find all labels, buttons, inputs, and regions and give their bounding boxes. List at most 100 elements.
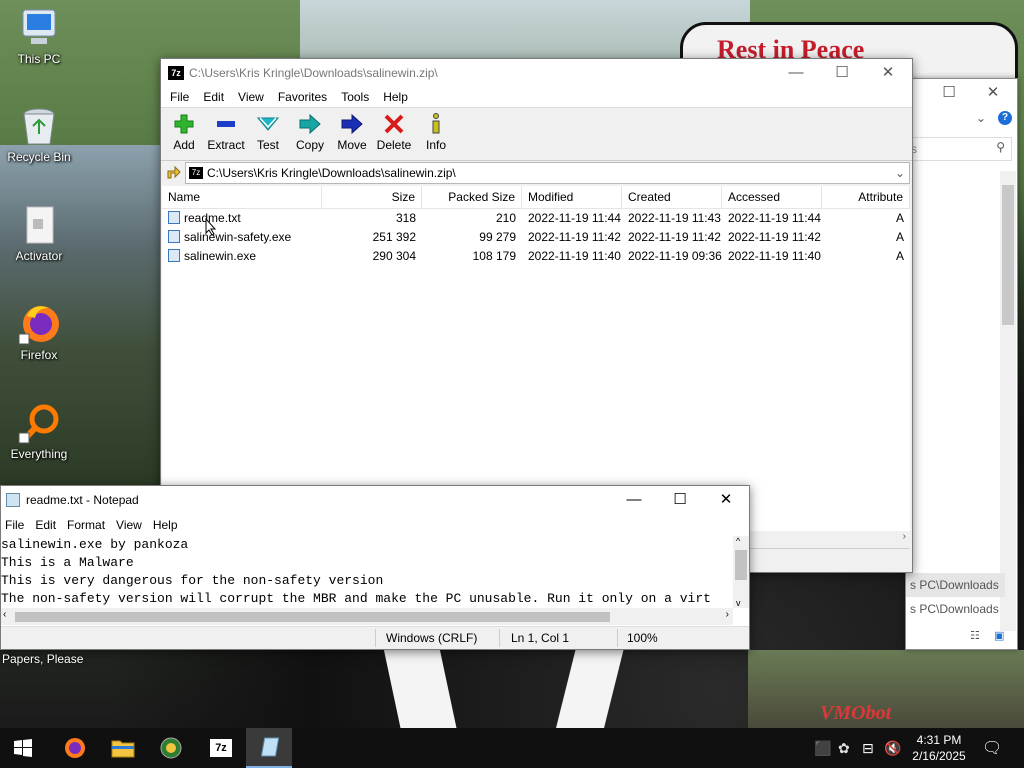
move-button[interactable]: Move	[331, 108, 373, 160]
explorer-title-bar[interactable]: ☐ ✕	[906, 79, 1017, 107]
file-accessed: 2022-11-19 11:44	[728, 211, 821, 225]
menu-edit[interactable]: Edit	[31, 518, 63, 532]
explorer-row[interactable]: s PC\Downloads	[906, 573, 1005, 597]
status-zoom: 100%	[627, 631, 658, 645]
network-icon[interactable]: ⊟	[862, 740, 874, 757]
menu-edit[interactable]: Edit	[196, 90, 231, 104]
file-row[interactable]: readme.txt 318 210 2022-11-19 11:44 2022-11-…	[162, 209, 910, 228]
minimize-button[interactable]: —	[611, 486, 657, 514]
menu-view[interactable]: View	[112, 518, 149, 532]
taskbar-7zip[interactable]: 7z	[198, 728, 244, 768]
chevron-down-icon[interactable]: ⌄	[895, 166, 905, 180]
desktop-icon-this-pc[interactable]: This PC	[4, 6, 74, 66]
extract-button[interactable]: Extract	[205, 108, 247, 160]
maximize-button[interactable]: ☐	[657, 486, 703, 514]
column-size[interactable]: Size	[322, 186, 422, 208]
vertical-scrollbar[interactable]: ^ v	[733, 536, 749, 608]
volume-muted-icon[interactable]: 🔇	[884, 740, 901, 757]
scroll-down-arrow-icon[interactable]: v	[736, 598, 741, 608]
toolbar: Add Extract Test Copy Move Delete Info	[161, 107, 912, 161]
status-divider	[499, 629, 500, 647]
delete-button[interactable]: Delete	[373, 108, 415, 160]
scrollbar-thumb[interactable]	[735, 550, 747, 580]
column-created[interactable]: Created	[622, 186, 722, 208]
maximize-button[interactable]: ☐	[926, 79, 972, 107]
desktop-icon-everything[interactable]: Everything	[4, 401, 74, 461]
desktop-icon-activator[interactable]: Activator	[4, 203, 74, 263]
text-editor[interactable]: salinewin.exe by pankoza This is a Malwar…	[1, 536, 733, 608]
scroll-up-arrow-icon[interactable]: ^	[736, 536, 740, 546]
column-accessed[interactable]: Accessed	[722, 186, 822, 208]
tray-app-icon[interactable]: ⬛	[814, 740, 831, 757]
menu-format[interactable]: Format	[63, 518, 112, 532]
taskbar-everything[interactable]	[148, 728, 194, 768]
file-row[interactable]: salinewin.exe 290 304 108 179 2022-11-19 11…	[162, 247, 910, 266]
desktop-icon-label-papers-please[interactable]: Papers, Please	[0, 650, 96, 668]
text-line: This is a Malware	[1, 555, 134, 570]
large-icons-view-icon[interactable]: ▣	[994, 629, 1004, 642]
horizontal-scrollbar[interactable]: ‹ ›	[1, 608, 733, 625]
file-explorer-window[interactable]: ☐ ✕ ⌄ ? s ⚲ s PC\Downloads s PC\Download…	[905, 78, 1018, 650]
taskbar-firefox[interactable]	[52, 728, 98, 768]
text-line: The non-safety version will corrupt the …	[1, 591, 711, 606]
mouse-cursor-icon	[205, 217, 217, 239]
7zip-title-bar[interactable]: 7z C:\Users\Kris Kringle\Downloads\salin…	[161, 59, 912, 87]
taskbar-file-explorer[interactable]	[100, 728, 146, 768]
maximize-button[interactable]: ☐	[819, 59, 865, 87]
column-name[interactable]: Name	[162, 186, 322, 208]
notepad-window[interactable]: readme.txt - Notepad — ☐ ✕ File Edit For…	[0, 485, 750, 650]
scroll-right-arrow-icon[interactable]: ›	[903, 531, 906, 542]
chevron-down-icon[interactable]: ⌄	[976, 111, 986, 125]
menu-file[interactable]: File	[1, 518, 31, 532]
add-button[interactable]: Add	[163, 108, 205, 160]
explorer-row[interactable]: s PC\Downloads	[906, 597, 1005, 621]
close-button[interactable]: ✕	[703, 486, 749, 514]
vertical-scrollbar[interactable]	[1000, 171, 1016, 631]
column-headers: Name Size Packed Size Modified Created A…	[162, 186, 910, 209]
scrollbar-thumb[interactable]	[15, 612, 610, 622]
file-name-text: salinewin.exe	[184, 249, 257, 263]
test-button[interactable]: Test	[247, 108, 289, 160]
system-clock[interactable]: 4:31 PM 2/16/2025	[908, 732, 970, 764]
notifications-icon[interactable]: 🗨	[982, 738, 1002, 758]
copy-button[interactable]: Copy	[289, 108, 331, 160]
menu-view[interactable]: View	[231, 90, 271, 104]
file-accessed: 2022-11-19 11:40	[728, 249, 821, 263]
recycle-bin-icon	[17, 104, 61, 148]
column-attributes[interactable]: Attribute	[822, 186, 910, 208]
activator-icon	[17, 203, 61, 247]
menu-help[interactable]: Help	[149, 518, 185, 532]
scroll-left-arrow-icon[interactable]: ‹	[3, 609, 6, 620]
close-button[interactable]: ✕	[865, 59, 911, 87]
search-input[interactable]: s ⚲	[906, 137, 1012, 161]
address-field[interactable]: 7z C:\Users\Kris Kringle\Downloads\salin…	[185, 162, 910, 184]
column-packed-size[interactable]: Packed Size	[422, 186, 522, 208]
taskbar-notepad[interactable]	[246, 728, 292, 768]
address-path: C:\Users\Kris Kringle\Downloads\salinewi…	[207, 166, 456, 180]
notepad-title-bar[interactable]: readme.txt - Notepad — ☐ ✕	[1, 486, 749, 514]
menu-file[interactable]: File	[163, 90, 196, 104]
menu-help[interactable]: Help	[376, 90, 415, 104]
scrollbar-thumb[interactable]	[1002, 185, 1014, 325]
test-icon	[247, 112, 289, 136]
start-button[interactable]	[0, 728, 46, 768]
desktop-icon-firefox[interactable]: Firefox	[4, 302, 74, 362]
file-size: 318	[395, 211, 416, 225]
menu-tools[interactable]: Tools	[334, 90, 376, 104]
desktop-icon-recycle-bin[interactable]: Recycle Bin	[4, 104, 74, 164]
status-line-ending: Windows (CRLF)	[386, 631, 478, 645]
up-folder-icon[interactable]	[161, 164, 185, 183]
info-button[interactable]: Info	[415, 108, 457, 160]
this-pc-icon	[17, 6, 61, 50]
file-row[interactable]: salinewin-safety.exe 251 392 99 279 2022-11…	[162, 228, 910, 247]
close-button[interactable]: ✕	[970, 79, 1016, 107]
details-view-icon[interactable]: ☷	[970, 629, 980, 642]
wallpaper-stripe	[383, 648, 457, 728]
minimize-button[interactable]: —	[773, 59, 819, 87]
help-icon[interactable]: ?	[998, 111, 1012, 125]
column-modified[interactable]: Modified	[522, 186, 622, 208]
scroll-right-arrow-icon[interactable]: ›	[726, 609, 729, 620]
file-created: 2022-11-19 11:43	[628, 211, 721, 225]
menu-favorites[interactable]: Favorites	[271, 90, 334, 104]
tray-security-icon[interactable]: ✿	[838, 740, 850, 757]
